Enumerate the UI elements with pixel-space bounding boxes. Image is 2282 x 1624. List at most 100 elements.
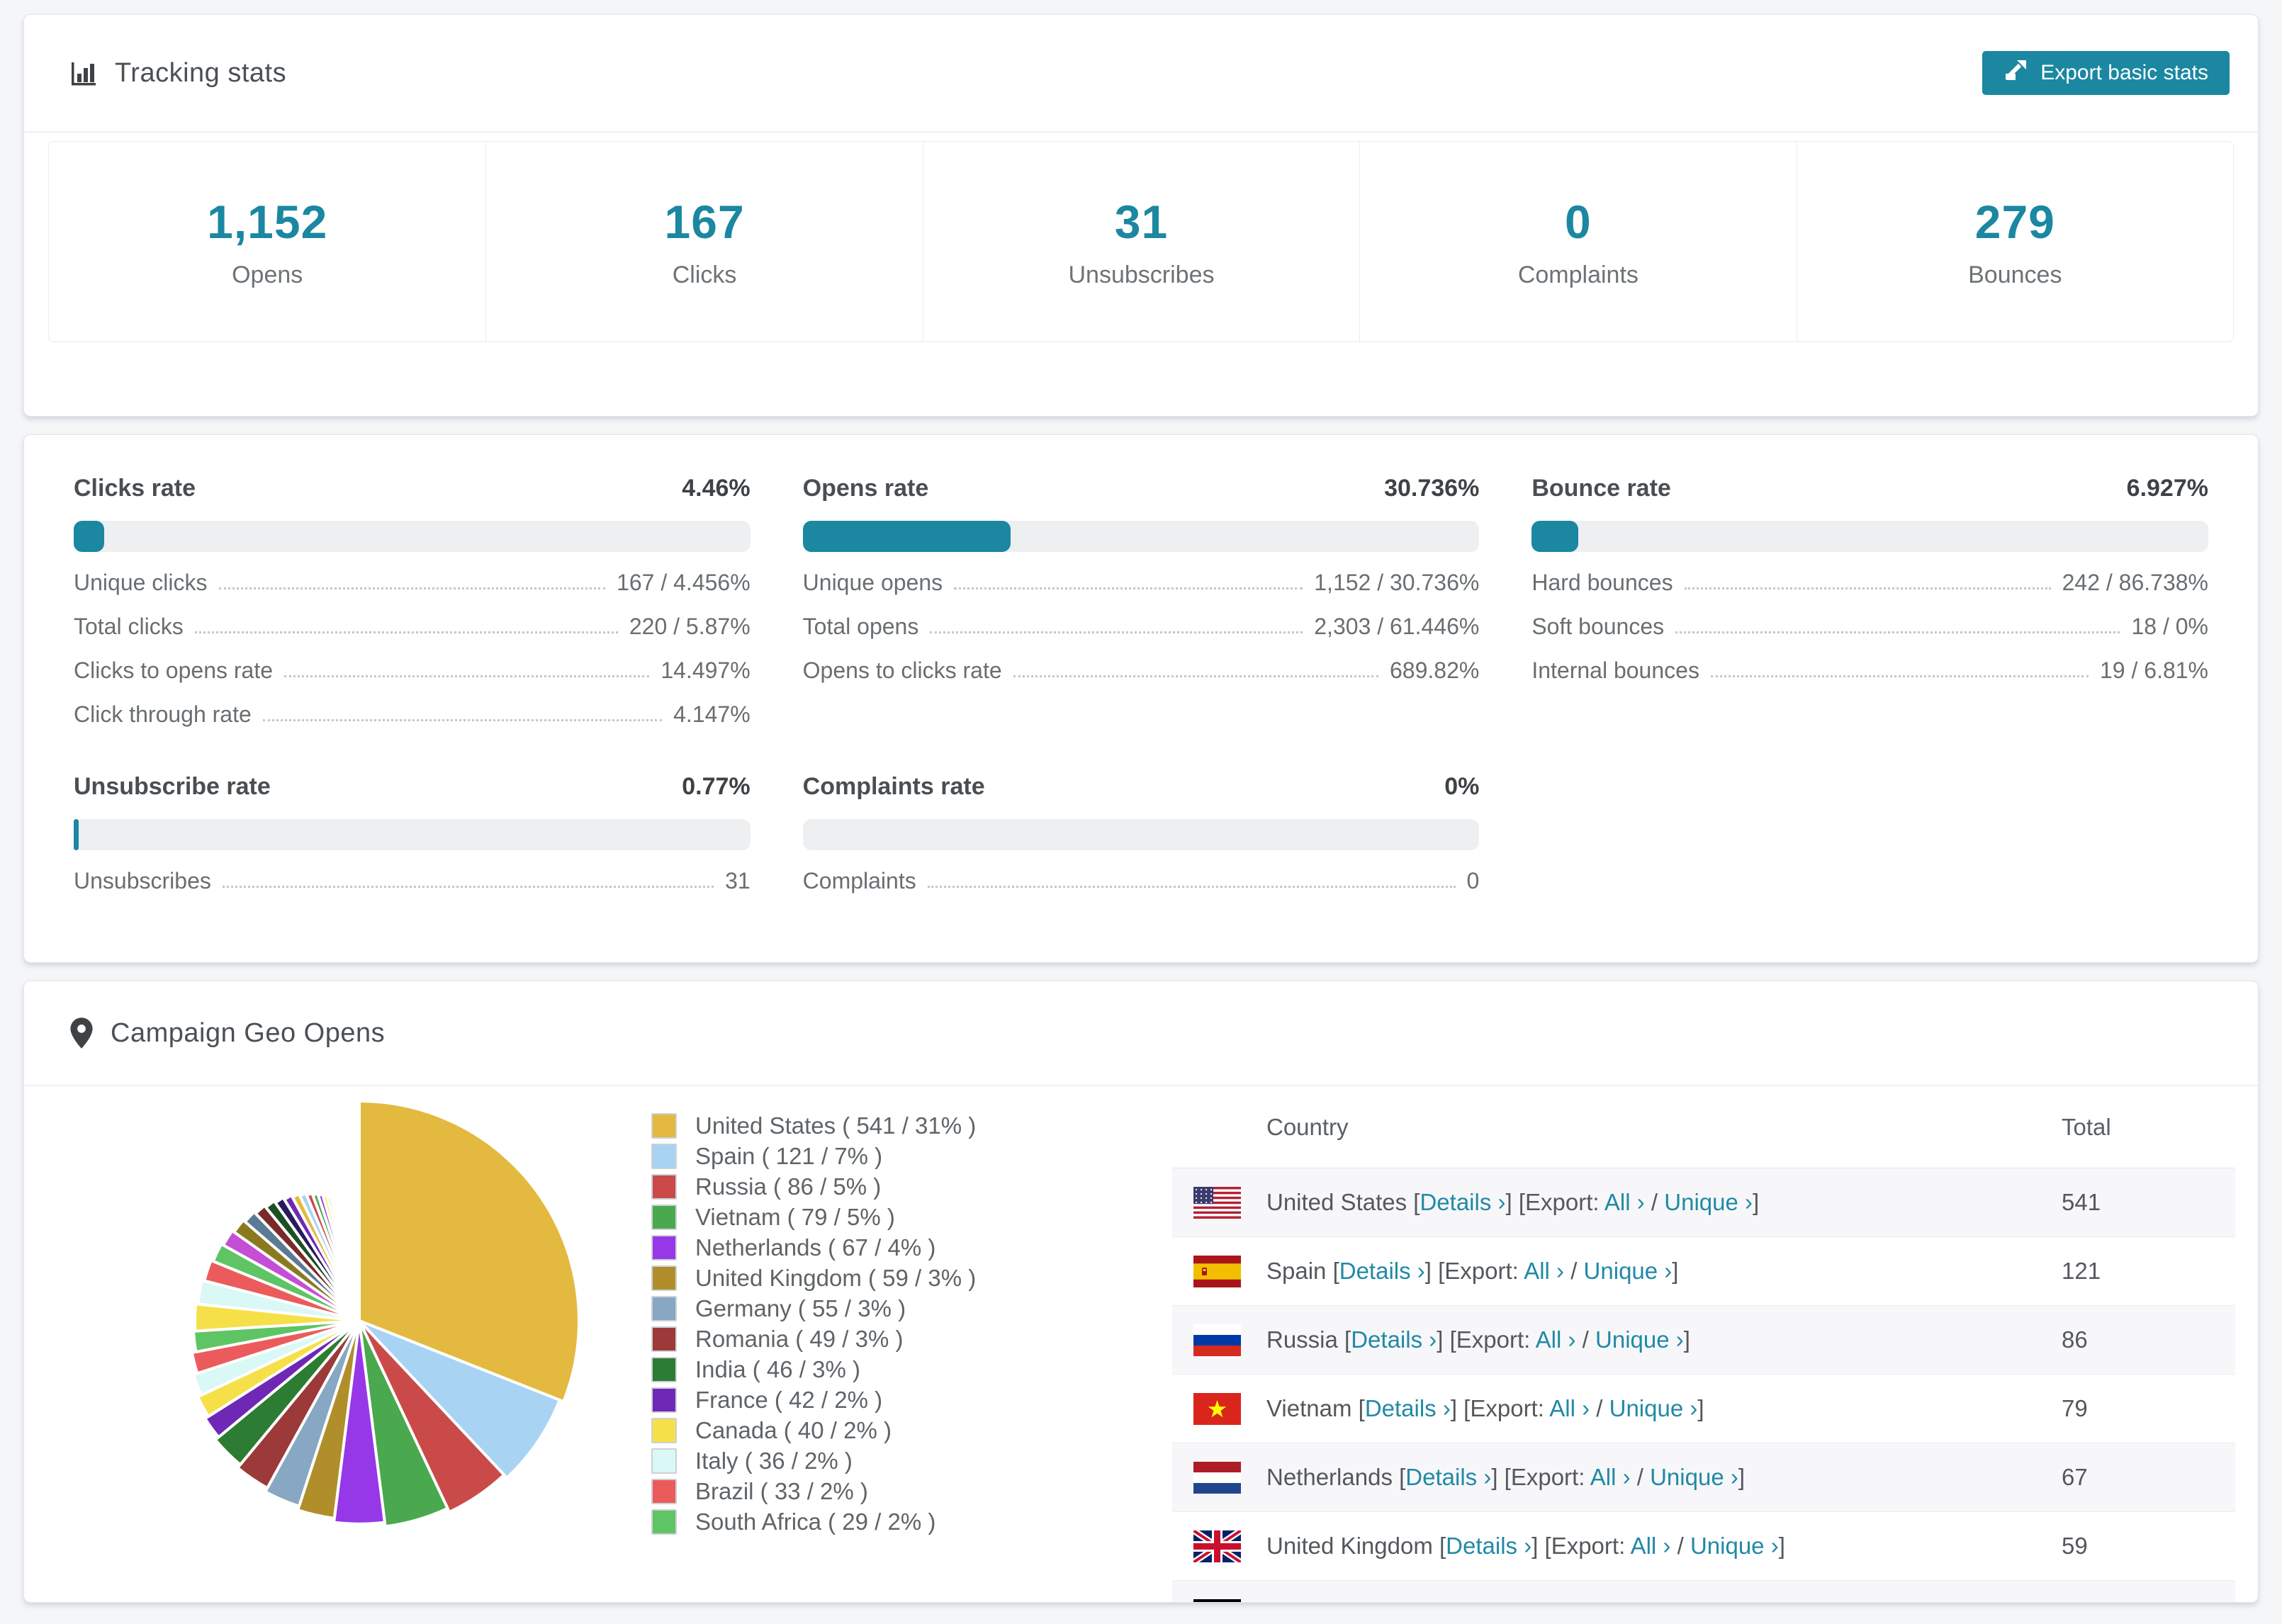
export-unique-link[interactable]: Unique › — [1609, 1395, 1698, 1421]
export-all-link[interactable]: All › — [1590, 1464, 1631, 1490]
dotted-leader — [1710, 675, 2089, 677]
flag-de-icon — [1193, 1598, 1241, 1602]
country-total: 541 — [2062, 1189, 2101, 1215]
legend-swatch — [651, 1387, 677, 1413]
export-all-link[interactable]: All › — [1536, 1326, 1576, 1353]
details-link[interactable]: Details › — [1351, 1326, 1437, 1353]
geo-row-germany: Germany [Details ›] [Export: All › / Uni… — [1172, 1581, 2235, 1602]
country-name: Germany — [1266, 1601, 1363, 1602]
rate-row-total-clicks: Total clicks 220 / 5.87% — [74, 614, 751, 640]
geo-row-united-states: United States [Details ›] [Export: All ›… — [1172, 1168, 2235, 1237]
rate-title: Bounce rate — [1531, 475, 1671, 502]
export-all-link[interactable]: All › — [1561, 1601, 1601, 1602]
export-unique-link[interactable]: Unique › — [1584, 1258, 1673, 1284]
rate-title: Unsubscribe rate — [74, 773, 271, 800]
country-total: 59 — [2062, 1533, 2088, 1559]
rate-row-label: Internal bounces — [1531, 658, 1699, 683]
geo-title: Campaign Geo Opens — [111, 1017, 386, 1048]
legend-swatch — [651, 1204, 677, 1230]
rate-row-clicks-to-opens-rate: Clicks to opens rate 14.497% — [74, 658, 751, 684]
stat-label: Clicks — [672, 261, 737, 288]
legend-label: Brazil ( 33 / 2% ) — [695, 1477, 868, 1504]
flag-us-icon — [1193, 1186, 1241, 1219]
legend-item-russia: Russia ( 86 / 5% ) — [651, 1171, 976, 1202]
country-name: Russia — [1266, 1326, 1338, 1353]
tracking-stats-header: Tracking stats Export basic stats — [24, 15, 2258, 132]
flag-vn-icon — [1193, 1392, 1241, 1425]
flag-gb-icon — [1193, 1530, 1241, 1562]
tracking-stats-card: Tracking stats Export basic stats 1,152 … — [23, 14, 2259, 417]
legend-item-vietnam: Vietnam ( 79 / 5% ) — [651, 1202, 976, 1232]
dotted-leader — [284, 675, 650, 677]
rate-progress-track — [1531, 521, 2208, 552]
export-unique-link[interactable]: Unique › — [1650, 1464, 1738, 1490]
country-total: 86 — [2062, 1326, 2088, 1353]
column-header-country: Country — [1266, 1113, 1349, 1140]
export-unique-link[interactable]: Unique › — [1690, 1533, 1779, 1559]
rate-progress-fill — [1531, 521, 1579, 552]
country-total: 121 — [2062, 1258, 2101, 1284]
rate-row-label: Unique clicks — [74, 570, 208, 595]
stat-complaints: 0 Complaints — [1359, 142, 1796, 342]
rate-progress-fill — [74, 819, 79, 850]
legend-label: Netherlands ( 67 / 4% ) — [695, 1234, 936, 1261]
legend-item-france: France ( 42 / 2% ) — [651, 1385, 976, 1415]
rates-grid: Clicks rate 4.46% Unique clicks 167 / 4.… — [74, 475, 2208, 894]
rate-row-label: Total clicks — [74, 614, 184, 639]
export-unique-link[interactable]: Unique › — [1620, 1601, 1709, 1602]
export-basic-stats-button[interactable]: Export basic stats — [1982, 51, 2230, 95]
legend-label: Germany ( 55 / 3% ) — [695, 1295, 906, 1321]
details-link[interactable]: Details › — [1339, 1258, 1425, 1284]
stat-clicks: 167 Clicks — [485, 142, 922, 342]
rate-title: Complaints rate — [802, 773, 985, 800]
details-link[interactable]: Details › — [1405, 1464, 1491, 1490]
export-unique-link[interactable]: Unique › — [1595, 1326, 1684, 1353]
legend-swatch — [651, 1295, 677, 1321]
rate-row-unique-opens: Unique opens 1,152 / 30.736% — [803, 570, 1480, 596]
country-name: United States — [1266, 1189, 1407, 1215]
export-unique-link[interactable]: Unique › — [1664, 1189, 1753, 1215]
details-link[interactable]: Details › — [1376, 1601, 1461, 1602]
legend-label: India ( 46 / 3% ) — [695, 1355, 860, 1382]
export-all-link[interactable]: All › — [1524, 1258, 1564, 1284]
country-name: Netherlands — [1266, 1464, 1393, 1490]
legend-swatch — [651, 1417, 677, 1443]
map-pin-icon — [69, 1017, 94, 1049]
dotted-leader — [194, 631, 618, 633]
rate-row-total-opens: Total opens 2,303 / 61.446% — [803, 614, 1480, 640]
stat-bounces: 279 Bounces — [1796, 142, 2233, 342]
legend-label: United States ( 541 / 31% ) — [695, 1112, 977, 1139]
flag-ru-icon — [1193, 1324, 1241, 1356]
export-all-link[interactable]: All › — [1604, 1189, 1645, 1215]
rate-row-label: Hard bounces — [1531, 570, 1673, 595]
details-link[interactable]: Details › — [1365, 1395, 1451, 1421]
legend-swatch — [651, 1143, 677, 1169]
rate-row-label: Total opens — [802, 614, 919, 639]
geo-row-netherlands: Netherlands [Details ›] [Export: All › /… — [1172, 1443, 2235, 1512]
stat-value: 1,152 — [207, 195, 328, 248]
rate-row-unique-clicks: Unique clicks 167 / 4.456% — [74, 570, 751, 596]
rate-progress-track — [74, 819, 751, 850]
rate-title: Opens rate — [802, 475, 929, 502]
details-link[interactable]: Details › — [1446, 1533, 1531, 1559]
export-all-link[interactable]: All › — [1631, 1533, 1671, 1559]
rate-row-label: Clicks to opens rate — [74, 658, 274, 683]
campaign-geo-opens-card: Campaign Geo Opens United States ( 541 /… — [23, 981, 2259, 1603]
rate-progress-track — [74, 521, 751, 552]
legend-item-netherlands: Netherlands ( 67 / 4% ) — [651, 1232, 976, 1263]
export-all-link[interactable]: All › — [1549, 1395, 1590, 1421]
rate-row-value: 689.82% — [1390, 658, 1480, 683]
dotted-leader — [1684, 587, 2051, 590]
rate-row-value: 2,303 / 61.446% — [1314, 614, 1480, 639]
stat-value: 31 — [1114, 195, 1169, 248]
rate-row-value: 18 / 0% — [2131, 614, 2208, 639]
legend-label: Spain ( 121 / 7% ) — [695, 1142, 883, 1169]
rate-progress-track — [802, 819, 1480, 850]
details-link[interactable]: Details › — [1420, 1189, 1505, 1215]
legend-label: Romania ( 49 / 3% ) — [695, 1325, 904, 1352]
stat-label: Complaints — [1517, 261, 1639, 288]
rate-value: 0.77% — [682, 773, 751, 800]
rate-row-value: 220 / 5.87% — [629, 614, 751, 639]
rate-section-complaints-rate: Complaints rate 0% Complaints 0 — [802, 773, 1480, 894]
rate-row-value: 19 / 6.81% — [2100, 658, 2208, 683]
